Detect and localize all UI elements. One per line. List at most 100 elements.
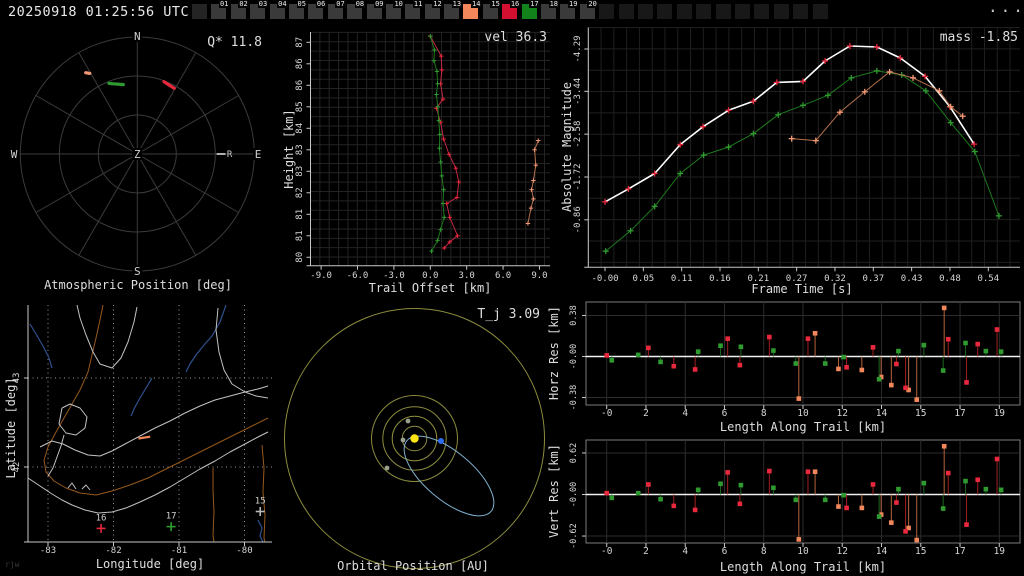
svg-text:4: 4 — [682, 546, 688, 557]
svg-text:15: 15 — [255, 497, 266, 507]
trail-series-station-17 — [428, 33, 447, 254]
map-station-15: 15 — [255, 497, 266, 516]
station-chip-05[interactable]: 05 — [288, 0, 307, 19]
polar-track-14 — [84, 71, 92, 76]
station-chip[interactable] — [734, 4, 750, 19]
svg-text:-2.58: -2.58 — [573, 121, 583, 148]
station-chip-17[interactable]: 17 — [521, 0, 540, 19]
svg-text:12: 12 — [837, 546, 848, 557]
station-chip-20[interactable]: 20 — [579, 0, 598, 19]
mag-xlabel: Frame Time [s] — [751, 282, 853, 296]
station-chip[interactable] — [754, 4, 770, 19]
svg-text:0.62: 0.62 — [569, 443, 579, 463]
svg-text:Z: Z — [134, 148, 141, 161]
orbital-position-plot — [284, 308, 545, 569]
svg-text:9.0: 9.0 — [531, 271, 547, 281]
svg-text:3.0: 3.0 — [459, 271, 475, 281]
svg-text:6: 6 — [722, 408, 728, 419]
station-chip[interactable] — [773, 4, 789, 19]
svg-text:-0.00: -0.00 — [591, 274, 618, 284]
svg-text:0.38: 0.38 — [569, 305, 579, 325]
trail-xlabel: Trail Offset [km] — [368, 281, 492, 295]
station-chip-16[interactable]: 16 — [502, 0, 521, 19]
station-chip[interactable] — [715, 4, 731, 19]
station-chip-09[interactable]: 09 — [366, 0, 385, 19]
station-chip-13[interactable]: 13 — [444, 0, 463, 19]
svg-text:10: 10 — [797, 408, 809, 419]
station-chip[interactable] — [793, 4, 809, 19]
svg-text:0.0: 0.0 — [422, 271, 438, 281]
station-chip-15[interactable]: 15 — [482, 0, 501, 19]
svg-text:81: 81 — [295, 230, 305, 241]
map-ground-track — [138, 435, 151, 440]
svg-text:84: 84 — [295, 123, 305, 134]
station-chip-03[interactable]: 03 — [250, 0, 269, 19]
svg-text:0.54: 0.54 — [977, 274, 999, 284]
station-chip[interactable] — [637, 4, 653, 19]
svg-text:-0.86: -0.86 — [573, 206, 583, 233]
trail-offset-plot: -9.0 -6.0 -3.0 0.0 3.0 6.0 9.0 87 86 86 85 84 83 83 82… — [295, 31, 550, 281]
station-chip-label: 03 — [257, 0, 269, 8]
svg-text:15: 15 — [915, 546, 926, 557]
station-chip-06[interactable]: 06 — [308, 0, 327, 19]
svg-text:R: R — [227, 150, 233, 160]
station-chip-label: 20 — [587, 0, 598, 8]
station-chip-08[interactable]: 08 — [347, 0, 366, 19]
svg-text:6.0: 6.0 — [495, 271, 511, 281]
station-chip-label: 13 — [451, 0, 463, 8]
svg-text:S: S — [134, 265, 141, 278]
station-chip-04[interactable]: 04 — [269, 0, 288, 19]
station-chip-label: 10 — [393, 0, 404, 8]
station-chip[interactable] — [657, 4, 673, 19]
svg-text:-80: -80 — [236, 546, 252, 556]
station-chip[interactable] — [696, 4, 712, 19]
overflow-menu[interactable]: ... — [988, 0, 1024, 16]
svg-text:-3.44: -3.44 — [573, 78, 583, 105]
top-bar: 20250918 01:25:56 UTC 01 02 03 04 05 06 07 08 09… — [0, 0, 1024, 23]
svg-text:-0.00: -0.00 — [569, 482, 579, 508]
svg-text:E: E — [255, 148, 262, 161]
svg-text:-81: -81 — [171, 546, 187, 556]
station-chip-02[interactable]: 02 — [230, 0, 249, 19]
utc-timestamp: 20250918 01:25:56 UTC — [8, 4, 190, 20]
station-chip[interactable] — [599, 4, 615, 19]
vert-res-plot: -0 2 4 6 8 10 12 14 15 17 19 0.62 -0.00 -0.62 — [569, 439, 1021, 557]
mass-value: mass -1.85 — [939, 30, 1018, 45]
station-chip[interactable] — [676, 4, 692, 19]
station-chip-19[interactable]: 19 — [560, 0, 579, 19]
station-chip-11[interactable]: 11 — [405, 0, 424, 19]
station-chip[interactable] — [618, 4, 634, 19]
svg-text:85: 85 — [295, 101, 305, 112]
ground-map-plot: -83 -82 -81 -8043421516 17 — [12, 304, 272, 556]
horz-res-xlabel: Length Along Trail [km] — [719, 420, 887, 434]
svg-text:-82: -82 — [105, 546, 121, 556]
svg-text:-6.0: -6.0 — [347, 271, 369, 281]
station-chip-07[interactable]: 07 — [327, 0, 346, 19]
svg-text:-0.00: -0.00 — [569, 344, 579, 370]
svg-text:17: 17 — [954, 546, 965, 557]
station-chip[interactable] — [192, 4, 207, 19]
station-chip-14[interactable]: 14 — [463, 0, 482, 19]
svg-text:2: 2 — [643, 546, 649, 557]
sun-dot — [410, 434, 419, 443]
orbit-caption: Orbital Position [AU] — [337, 559, 489, 573]
svg-text:8: 8 — [761, 408, 767, 419]
svg-text:80: 80 — [295, 252, 305, 263]
station-chip-10[interactable]: 10 — [385, 0, 404, 19]
station-chip-12[interactable]: 12 — [424, 0, 443, 19]
svg-text:14: 14 — [876, 408, 888, 419]
svg-text:-0: -0 — [601, 408, 613, 419]
station-chip-18[interactable]: 18 — [541, 0, 560, 19]
station-chip-label: 02 — [238, 0, 249, 8]
svg-text:19: 19 — [994, 408, 1006, 419]
svg-text:-0.62: -0.62 — [569, 523, 579, 549]
planet-dot — [384, 465, 390, 471]
svg-text:N: N — [134, 30, 141, 43]
station-chip-01[interactable]: 01 — [211, 0, 230, 19]
horz-res-ylabel: Horz Res [km] — [547, 306, 561, 400]
horz-res-plot: -0 2 4 6 8 10 12 14 15 17 19 0.38 -0.00 -0.38 — [569, 301, 1021, 419]
station-chip-label: 16 — [509, 0, 521, 8]
station-chip[interactable] — [812, 4, 828, 19]
station-chip-label: 06 — [315, 0, 327, 8]
svg-text:0.37: 0.37 — [862, 274, 884, 284]
